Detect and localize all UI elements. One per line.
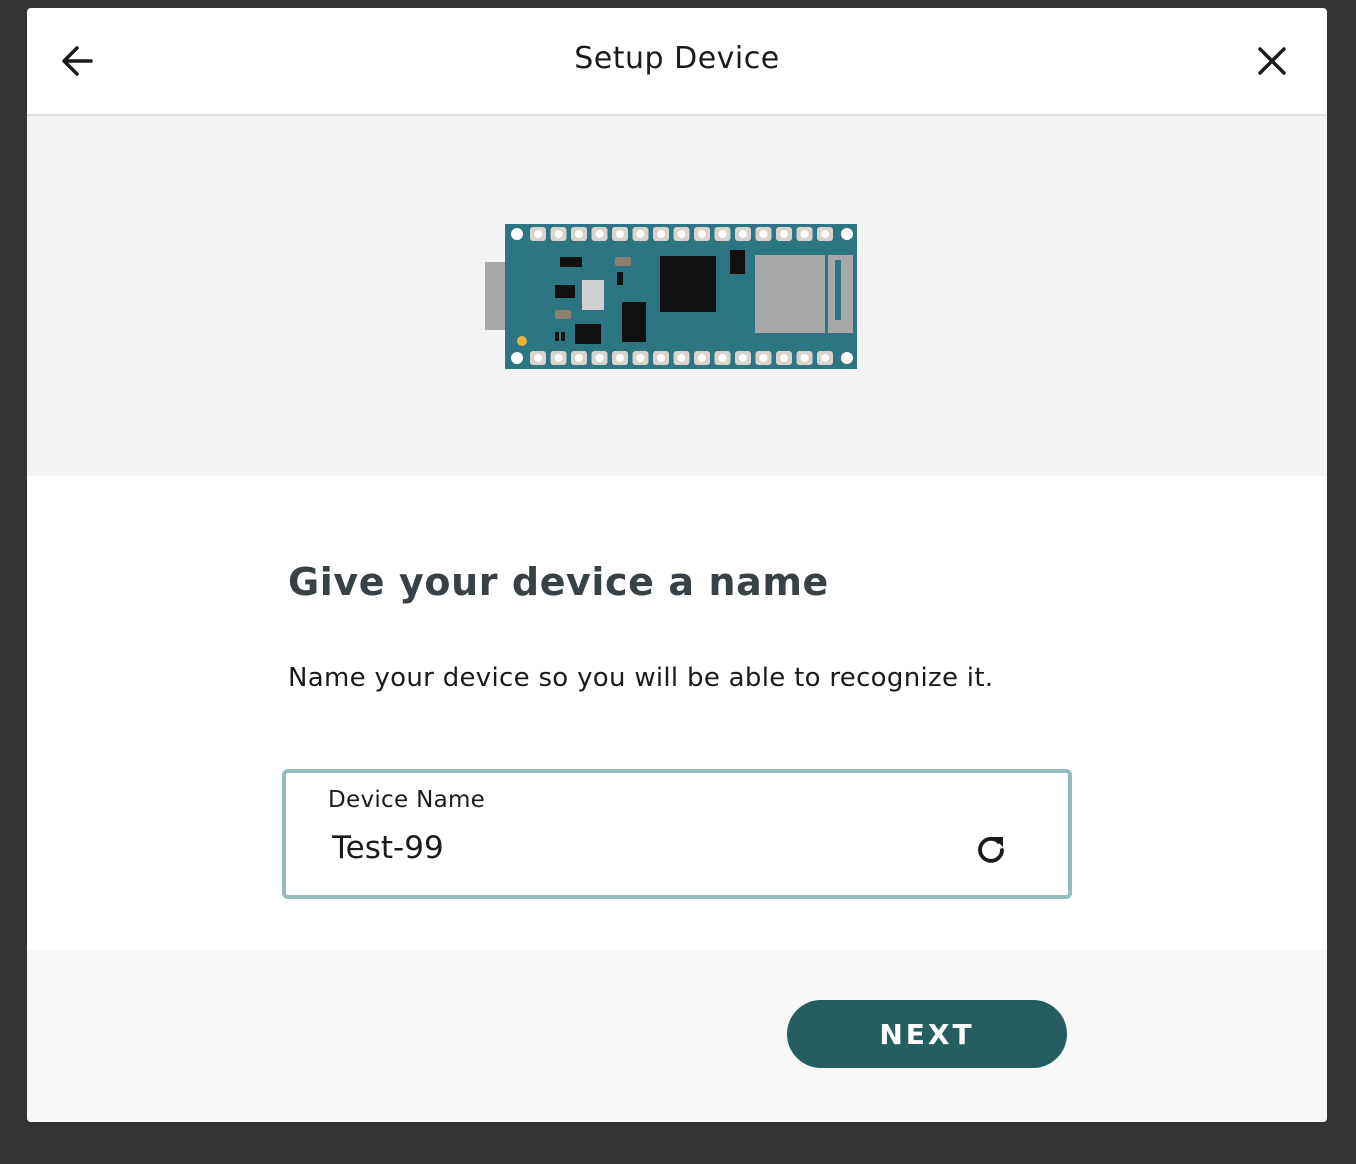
refresh-icon: [978, 836, 1004, 863]
setup-device-dialog: Setup Device Give your device a name Nam…: [27, 8, 1327, 1122]
close-button[interactable]: [1252, 41, 1292, 81]
dialog-title: Setup Device: [574, 41, 780, 76]
device-name-field: Device Name: [282, 769, 1072, 899]
section-heading: Give your device a name: [288, 560, 829, 604]
naming-section: Give your device a name Name your device…: [27, 476, 1327, 950]
regenerate-name-button[interactable]: [972, 831, 1010, 869]
dialog-footer: NEXT: [27, 950, 1327, 1122]
section-description: Name your device so you will be able to …: [288, 663, 994, 693]
next-button[interactable]: NEXT: [787, 1000, 1067, 1068]
device-name-input[interactable]: [332, 825, 952, 871]
arduino-board-illustration: [485, 224, 857, 369]
close-icon: [1258, 47, 1286, 75]
device-hero: [27, 116, 1327, 476]
dialog-header: Setup Device: [27, 8, 1327, 116]
device-name-label: Device Name: [328, 787, 486, 813]
